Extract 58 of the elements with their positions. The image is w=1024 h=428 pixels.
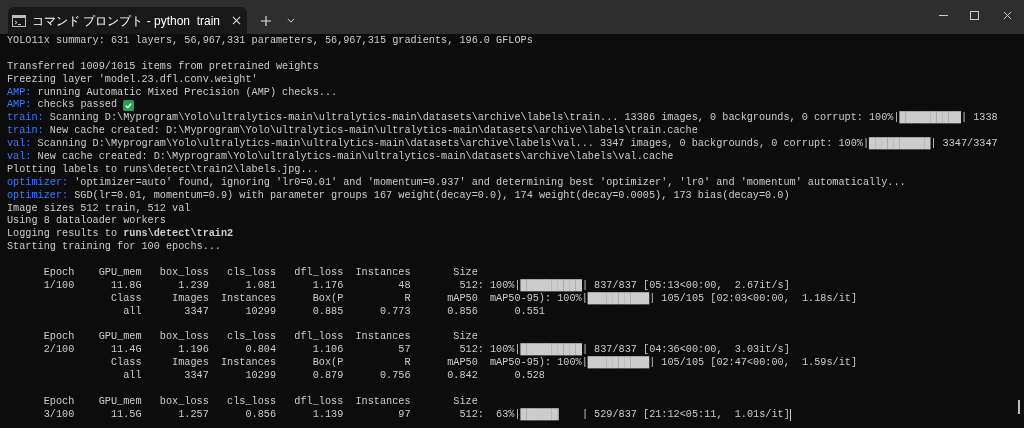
log-prefix: train: [7, 125, 44, 138]
output-text: running Automatic Mixed Precision (AMP) checks... [36, 86, 338, 99]
progress-glyphs: ██████████ [587, 357, 650, 371]
output-text: Logging results to runs\detect\train2 [7, 228, 234, 241]
progress-glyphs: ██████████ [899, 112, 961, 126]
progress-glyphs: ██████▎ [520, 408, 565, 422]
output-text: | 529/837 [21:12<05:11, 1.01s/it] [581, 408, 790, 422]
output-text: Epoch GPU_mem box_loss cls_loss dfl_loss Instances Size [42, 331, 478, 344]
terminal-icon [12, 14, 26, 27]
chevron-down-icon[interactable] [287, 18, 296, 23]
progress-glyphs: ██████████ [587, 292, 650, 306]
log-prefix: train: [7, 112, 44, 125]
log-prefix: val: [7, 151, 32, 164]
output-text: 2/100 11.4G 1.196 0.804 1.106 57 512: 100%| [42, 344, 521, 357]
output-text: | 837/837 [04:36<00:00, 3.03it/s] [581, 344, 790, 356]
scrollbar-thumb[interactable] [1018, 400, 1020, 414]
log-prefix: AMP: [7, 99, 32, 112]
output-text: Class Images Instances Box(P R mAP50 mAP50-95): 100%| [109, 357, 588, 370]
check-icon [123, 100, 135, 112]
close-icon[interactable] [1002, 10, 1012, 20]
output-text: Epoch GPU_mem box_loss cls_loss dfl_loss Instances Size [42, 267, 478, 280]
output-text: | 105/105 [02:47<00:00, 1.59s/it] [649, 357, 857, 371]
output-text: Epoch GPU_mem box_loss cls_loss dfl_loss Instances Size [42, 395, 478, 409]
output-text: Using 8 dataloader workers [7, 215, 166, 228]
output-text: Plotting labels to runs\detect\train2\labels.jpg... [7, 163, 319, 177]
terminal-tab[interactable]: コマンド プロンプト - python train [8, 7, 248, 34]
output-text: 'optimizer=auto' found, ignoring 'lr0=0.01' and 'momentum=0.937' and determining best 'optimizer', 'lr0' and 'momentum' automatically... [73, 176, 906, 190]
output-text: New cache created: D:\Myprogram\Yolo\ultralytics-main\ultralytics-main\datasets\archive\labels\train.cache [48, 125, 698, 138]
output-text: Scanning D:\Myprogram\Yolo\ultralytics-main\ultralytics-main\datasets\archive\labels\train... 13386 images, 0 backgrounds, 0 corrupt: 100%| [48, 112, 900, 125]
log-prefix: optimizer: [7, 176, 69, 190]
output-text: | 1338 [960, 112, 998, 126]
progress-glyphs: ██████████ [869, 138, 931, 152]
close-icon[interactable] [232, 16, 242, 25]
output-text: Transferred 1009/1015 items from pretrained weights [7, 60, 319, 74]
output-text: all 3347 10299 0.879 0.756 0.842 0.528 [122, 370, 545, 384]
progress-glyphs: ██████████ [520, 279, 582, 292]
output-text: Class Images Instances Box(P R mAP50 mAP50-95): 100%| [109, 292, 588, 304]
output-text: Freezing layer 'model.23.dfl.conv.weight' [7, 73, 258, 87]
output-text: Starting training for 100 epochs... [7, 241, 221, 255]
output-text: Scanning D:\Myprogram\Yolo\ultralytics-main\ultralytics-main\datasets\archive\labels\val... 3347 images, 0 backgrounds, 0 corrupt: 100%| [36, 138, 870, 151]
output-text: SGD(lr=0.01, momentum=0.9) with parameter groups 167 weight(decay=0.0), 174 weight(decay=0.0005), 173 bias(decay=0.0) [73, 189, 790, 203]
text-cursor [789, 409, 791, 422]
plus-icon[interactable] [261, 15, 272, 26]
log-prefix: optimizer: [7, 189, 69, 203]
log-prefix: val: [7, 138, 32, 151]
output-text: | 837/837 [05:13<00:00, 2.67it/s] [581, 279, 790, 292]
output-text: 3/100 11.5G 1.257 0.856 1.139 97 512: 63%| [42, 408, 521, 420]
output-text: New cache created: D:\Myprogram\Yolo\ultralytics-main\ultralytics-main\datasets\archive\labels\val.cache [36, 151, 674, 164]
progress-glyphs: ██████████ [520, 344, 582, 356]
log-prefix: AMP: [7, 86, 32, 100]
output-text: YOLO11x summary: 631 layers, 56,967,331 parameters, 56,967,315 gradients, 196.0 GFLOPs [7, 35, 533, 48]
output-text: 1/100 11.8G 1.239 1.081 1.176 48 512: 100%| [42, 279, 521, 293]
output-text: all 3347 10299 0.885 0.773 0.856 0.551 [122, 305, 545, 319]
output-text: checks passed [36, 99, 119, 112]
tab-title: コマンド プロンプト - python train [32, 12, 222, 30]
output-text: | 105/105 [02:03<00:00, 1.18s/it] [649, 292, 857, 304]
output-text: Image sizes 512 train, 512 val [7, 202, 191, 215]
output-text: | 3347/3347 [930, 138, 998, 152]
